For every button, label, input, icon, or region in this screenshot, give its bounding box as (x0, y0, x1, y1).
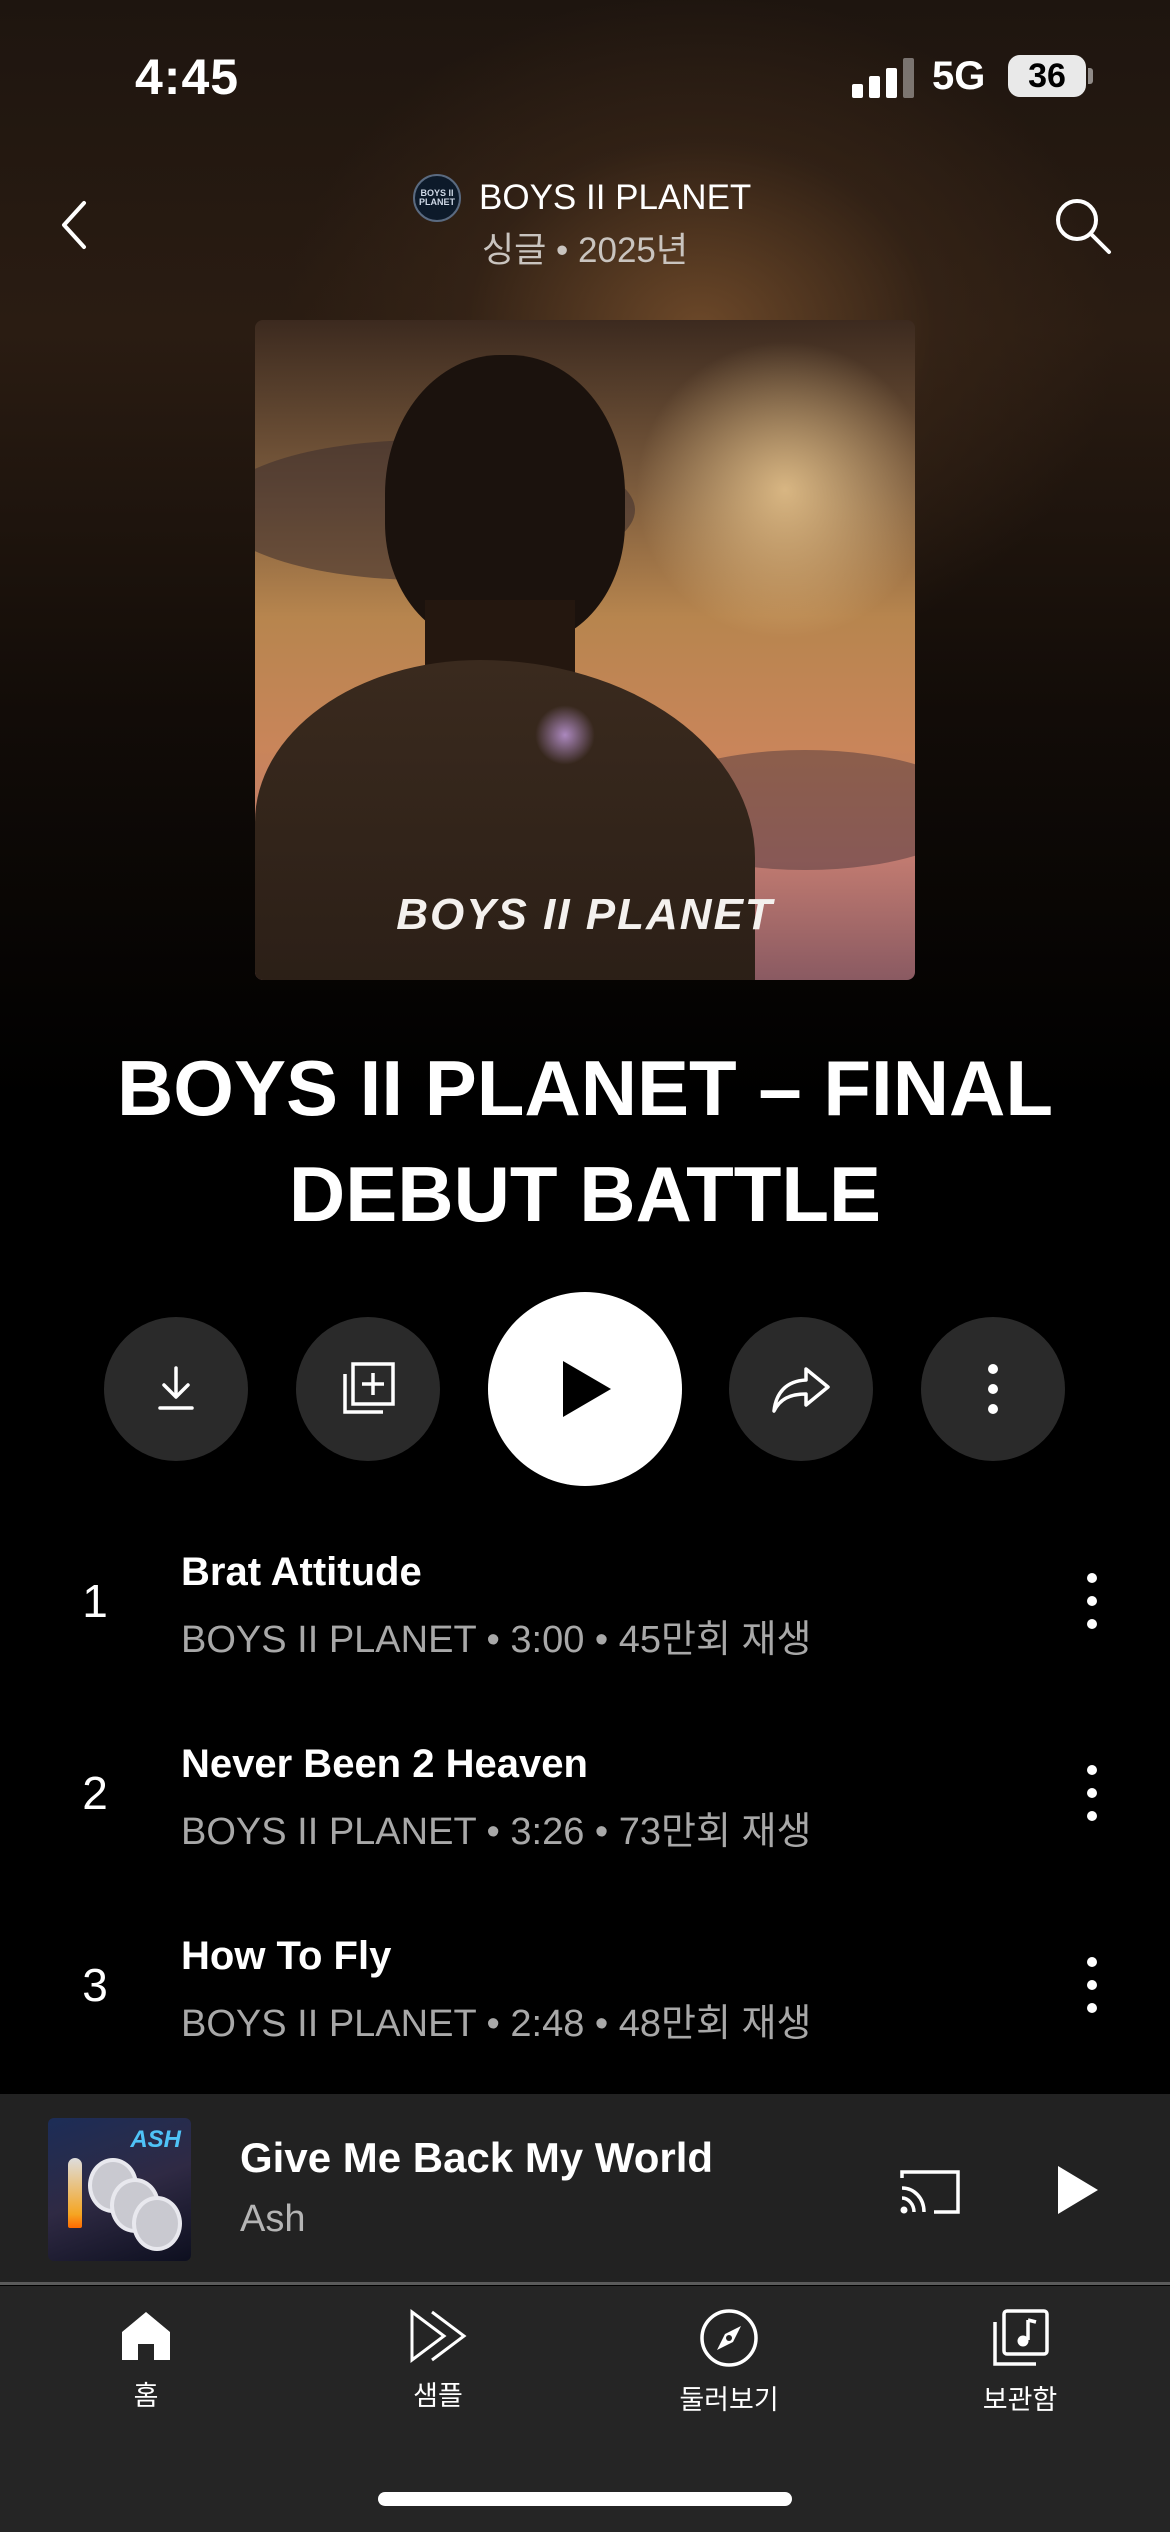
artist-avatar: BOYS II PLANET (413, 174, 461, 222)
battery-cap (1088, 68, 1093, 84)
artist-link[interactable]: BOYS II PLANET BOYS II PLANET (413, 173, 751, 223)
tab-library[interactable]: 보관함 (920, 2308, 1120, 2417)
track-more-icon[interactable] (1072, 1950, 1112, 2020)
tab-samples[interactable]: 샘플 (338, 2308, 538, 2413)
download-icon (158, 1366, 194, 1410)
download-button[interactable] (104, 1317, 248, 1461)
play-icon (563, 1361, 611, 1417)
track-more-icon[interactable] (1072, 1758, 1112, 1828)
tab-label: 샘플 (413, 2381, 463, 2411)
battery-icon: 36 (1008, 55, 1086, 97)
now-playing-title: Give Me Back My World (240, 2134, 714, 2181)
track-meta: BOYS II PLANET • 3:26 • 73만회 재생 (181, 1811, 812, 1853)
track-row[interactable]: 3 How To Fly BOYS II PLANET • 2:48 • 48만… (0, 1908, 1170, 2068)
track-number: 3 (82, 1959, 108, 2011)
track-more-icon[interactable] (1072, 1566, 1112, 1636)
track-number: 1 (82, 1575, 108, 1627)
track-row[interactable]: 2 Never Been 2 Heaven BOYS II PLANET • 3… (0, 1716, 1170, 1876)
mini-player[interactable]: ASH Give Me Back My World Ash (0, 2094, 1170, 2284)
tab-label: 둘러보기 (679, 2385, 779, 2415)
play-button[interactable] (488, 1292, 682, 1486)
home-indicator[interactable] (378, 2492, 792, 2506)
thumbnail-label: ASH (130, 2126, 181, 2153)
artist-name: BOYS II PLANET (479, 178, 752, 217)
search-icon (1056, 199, 1111, 254)
track-meta: BOYS II PLANET • 3:00 • 45만회 재생 (181, 1619, 812, 1661)
track-number: 2 (82, 1767, 108, 1819)
action-bar (0, 1292, 1170, 1486)
status-time: 4:45 (135, 49, 240, 105)
samples-icon (410, 2309, 467, 2363)
tab-home[interactable]: 홈 (46, 2308, 246, 2413)
track-meta: BOYS II PLANET • 2:48 • 48만회 재생 (181, 2003, 812, 2045)
track-title: Never Been 2 Heaven (181, 1742, 588, 1786)
album-title: BOYS II PLANET – FINAL DEBUT BATTLE (116, 1044, 1054, 1238)
add-to-playlist-button[interactable] (296, 1317, 440, 1461)
tab-label: 보관함 (982, 2385, 1058, 2415)
search-button[interactable] (1052, 195, 1114, 257)
playback-progress[interactable] (0, 2282, 1170, 2285)
add-to-playlist-icon (343, 1362, 395, 1414)
tab-explore[interactable]: 둘러보기 (629, 2308, 829, 2417)
share-icon (772, 1367, 830, 1413)
release-info: 싱글 • 2025년 (481, 231, 689, 270)
more-vertical-icon (988, 1364, 998, 1414)
status-bar: 4:45 5G 36 (0, 0, 1170, 150)
track-title: Brat Attitude (181, 1550, 422, 1594)
more-options-button[interactable] (921, 1317, 1065, 1461)
tab-label: 홈 (133, 2381, 159, 2411)
now-playing-artist: Ash (240, 2198, 306, 2240)
share-button[interactable] (729, 1317, 873, 1461)
cellular-signal-icon (852, 58, 914, 98)
network-type: 5G (932, 54, 986, 98)
cast-icon[interactable] (898, 2166, 962, 2216)
now-playing-thumbnail: ASH (48, 2118, 191, 2261)
album-art-logo: BOYS II PLANET (396, 890, 774, 939)
explore-icon (700, 2309, 758, 2367)
track-row[interactable]: 1 Brat Attitude BOYS II PLANET • 3:00 • … (0, 1524, 1170, 1684)
mini-play-icon[interactable] (1052, 2162, 1102, 2218)
album-cover: BOYS II PLANET (255, 320, 915, 980)
library-icon (993, 2309, 1049, 2366)
track-title: How To Fly (181, 1934, 392, 1978)
home-icon (122, 2312, 170, 2360)
